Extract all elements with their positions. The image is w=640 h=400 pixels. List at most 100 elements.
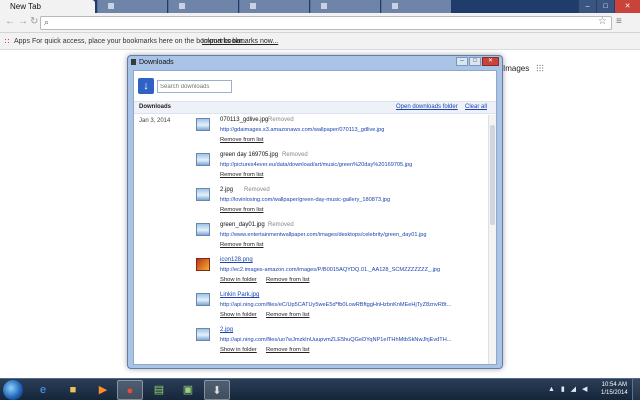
download-url[interactable]: http://www.entertainmentwallpaper.com/im… — [220, 232, 452, 238]
clock[interactable]: 10:54 AM 1/15/2014 — [601, 381, 628, 397]
open-downloads-folder-link[interactable]: Open downloads folder — [396, 104, 458, 110]
favicon-icon — [179, 3, 185, 10]
downloads-minimize-button[interactable]: – — [456, 57, 468, 66]
menu-icon[interactable]: ≡ — [616, 16, 622, 27]
favicon-icon — [250, 3, 256, 10]
downloads-maximize-button[interactable]: □ — [469, 57, 481, 66]
favicon-icon — [108, 3, 114, 10]
download-status: Removed — [268, 222, 294, 228]
apps-button[interactable]: Apps — [14, 33, 30, 50]
download-url[interactable]: http://gdaimages.s3.amazonaws.com/wallpa… — [220, 127, 452, 133]
download-item: 2.jpg http://api.ning.com/files/uo7wJmzk… — [196, 325, 486, 359]
remove-from-list-link[interactable]: Remove from list — [220, 172, 264, 178]
clock-time: 10:54 AM — [601, 382, 628, 388]
tab-background[interactable] — [381, 0, 451, 13]
tab-new-tab[interactable]: New Tab — [0, 0, 95, 13]
downloads-scrollbar[interactable] — [488, 115, 496, 364]
image-file-icon — [196, 153, 210, 166]
image-file-icon — [196, 328, 210, 341]
download-status: Removed — [244, 187, 270, 193]
tab-background[interactable] — [310, 0, 380, 13]
media-player-icon[interactable]: ▶ — [90, 380, 116, 400]
import-bookmarks-link[interactable]: Import bookmarks now... — [202, 33, 278, 50]
favicon-icon — [392, 3, 398, 10]
downloads-window-controls: – □ ✕ — [456, 57, 499, 66]
scrollbar-thumb[interactable] — [490, 125, 495, 225]
forward-arrow-icon[interactable]: → — [18, 16, 28, 27]
favicon-icon — [321, 3, 327, 10]
omnibox[interactable]: ⌕ — [40, 16, 612, 30]
tab-strip: New Tab – □ ✕ — [0, 0, 640, 13]
downloads-logo-icon: ↓ — [138, 78, 154, 94]
browser-toolbar: ← → ↻ ⌕ ☆ ≡ — [0, 13, 640, 33]
images-link[interactable]: Images — [503, 64, 529, 73]
image-file-icon — [196, 293, 210, 306]
download-status: Removed — [268, 117, 294, 123]
download-item: icon128.png http://ec2.images-amazon.com… — [196, 255, 486, 289]
download-url[interactable]: http://api.ning.com/files/uo7wJmzkInUuup… — [220, 337, 452, 343]
download-filename: green_day01.jpg — [220, 222, 265, 228]
notepad-icon[interactable]: ▤ — [146, 380, 172, 400]
start-button[interactable] — [3, 380, 23, 400]
download-item: 070113_gdlive.jpg Removed http://gdaimag… — [196, 115, 486, 149]
remove-from-list-link[interactable]: Remove from list — [266, 277, 310, 283]
image-file-icon — [196, 188, 210, 201]
app-icon[interactable]: ▣ — [175, 380, 201, 400]
system-tray-icons[interactable]: ▲ ▮ ◢ ◀ — [548, 385, 589, 393]
apps-launcher-icon[interactable] — [536, 64, 544, 72]
downloads-subbar: Downloads Open downloads folder Clear al… — [134, 101, 496, 114]
download-filename: green day 169705.jpg — [220, 152, 279, 158]
show-in-folder-link[interactable]: Show in folder — [220, 277, 257, 283]
remove-from-list-link[interactable]: Remove from list — [266, 312, 310, 318]
show-desktop-button[interactable] — [632, 379, 640, 400]
folder-icon[interactable]: ■ — [60, 380, 86, 400]
tab-background[interactable] — [239, 0, 309, 13]
close-button[interactable]: ✕ — [614, 0, 640, 13]
window-title-text: Downloads — [139, 59, 174, 66]
downloads-list: 070113_gdlive.jpg Removed http://gdaimag… — [134, 115, 490, 364]
taskbar: e ■ ▶ ● ▤ ▣ ⬇ ▲ ▮ ◢ ◀ 10:54 AM 1/15/2014 — [0, 378, 640, 400]
download-item: 2.jpg Removed http://lovinlosing.com/wal… — [196, 185, 486, 219]
show-in-folder-link[interactable]: Show in folder — [220, 347, 257, 353]
downloads-window-title: Downloads — [131, 59, 174, 66]
maximize-button[interactable]: □ — [596, 0, 614, 13]
download-filename-link[interactable]: icon128.png — [220, 257, 253, 263]
download-item: green day 169705.jpg Removed http://pict… — [196, 150, 486, 184]
download-filename: 2.jpg — [220, 187, 234, 193]
show-in-folder-link[interactable]: Show in folder — [220, 312, 257, 318]
downloads-window: Downloads – □ ✕ ↓ Downloads Open downloa… — [127, 55, 503, 369]
download-url[interactable]: http://api.ning.com/files/eC/Up5CATUy5we… — [220, 302, 452, 308]
remove-from-list-link[interactable]: Remove from list — [220, 242, 264, 248]
downloads-taskbar-icon[interactable]: ⬇ — [204, 380, 230, 400]
download-filename: 070113_gdlive.jpg — [220, 117, 269, 123]
apps-grid-icon[interactable] — [4, 38, 11, 45]
downloads-close-button[interactable]: ✕ — [482, 57, 499, 66]
clear-all-link[interactable]: Clear all — [465, 104, 487, 110]
download-status: Removed — [282, 152, 308, 158]
download-filename-link[interactable]: 2.jpg — [220, 327, 233, 333]
download-url[interactable]: http://lovinlosing.com/wallpaper/green-d… — [220, 197, 452, 203]
download-filename-link[interactable]: Linkin Park.jpg — [220, 292, 259, 298]
tab-background[interactable] — [168, 0, 238, 13]
bookmarks-bar: Apps For quick access, place your bookma… — [0, 33, 640, 50]
remove-from-list-link[interactable]: Remove from list — [220, 137, 264, 143]
back-arrow-icon[interactable]: ← — [5, 16, 15, 27]
chrome-icon[interactable]: ● — [117, 380, 143, 400]
minimize-button[interactable]: – — [578, 0, 596, 13]
download-url[interactable]: http://pictures4ever.eu/data/download/ar… — [220, 162, 452, 168]
remove-from-list-link[interactable]: Remove from list — [266, 347, 310, 353]
tab-background[interactable] — [97, 0, 167, 13]
download-item: Linkin Park.jpg http://api.ning.com/file… — [196, 290, 486, 324]
reload-icon[interactable]: ↻ — [30, 16, 38, 27]
remove-from-list-link[interactable]: Remove from list — [220, 207, 264, 213]
search-downloads-input[interactable] — [157, 80, 232, 93]
image-file-icon — [196, 223, 210, 236]
downloads-section-label: Downloads — [139, 104, 172, 110]
window-controls: – □ ✕ — [578, 0, 640, 13]
clock-date: 1/15/2014 — [601, 390, 628, 396]
png-file-icon — [196, 258, 210, 271]
internet-explorer-icon[interactable]: e — [30, 380, 56, 400]
tab-label: New Tab — [10, 2, 41, 11]
download-url[interactable]: http://ec2.images-amazon.com/images/P/B0… — [220, 267, 452, 273]
star-icon[interactable]: ☆ — [598, 16, 607, 27]
